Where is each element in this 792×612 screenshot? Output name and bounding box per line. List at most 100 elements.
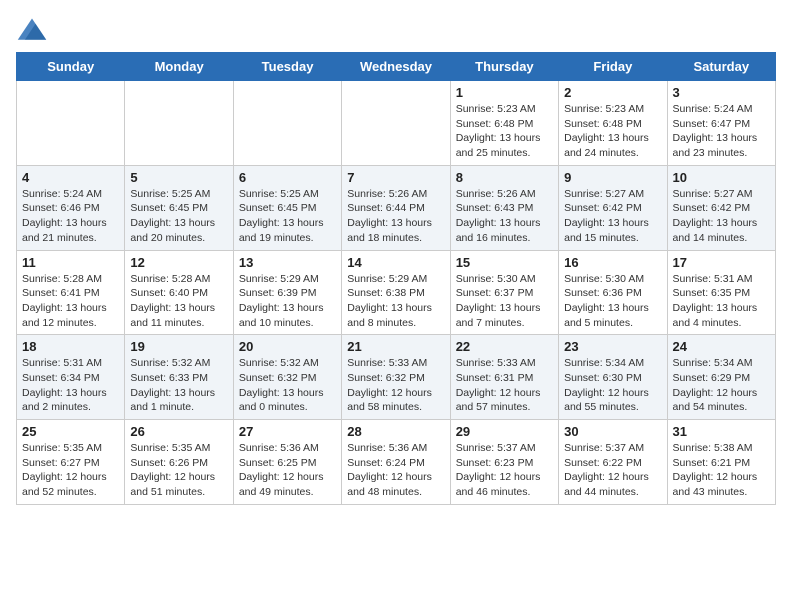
calendar-cell: 22 Sunrise: 5:33 AMSunset: 6:31 PMDayligh… <box>450 335 558 420</box>
day-number: 16 <box>564 255 661 270</box>
day-number: 30 <box>564 424 661 439</box>
day-info: Sunrise: 5:32 AMSunset: 6:33 PMDaylight:… <box>130 356 227 415</box>
logo <box>16 16 52 44</box>
calendar-cell: 20 Sunrise: 5:32 AMSunset: 6:32 PMDayligh… <box>233 335 341 420</box>
calendar-cell: 30 Sunrise: 5:37 AMSunset: 6:22 PMDayligh… <box>559 420 667 505</box>
day-info: Sunrise: 5:35 AMSunset: 6:26 PMDaylight:… <box>130 441 227 500</box>
day-number: 25 <box>22 424 119 439</box>
calendar-cell: 7 Sunrise: 5:26 AMSunset: 6:44 PMDaylight… <box>342 165 450 250</box>
calendar-cell <box>17 81 125 166</box>
weekday-header-saturday: Saturday <box>667 53 775 81</box>
calendar-week-1: 1 Sunrise: 5:23 AMSunset: 6:48 PMDaylight… <box>17 81 776 166</box>
day-info: Sunrise: 5:36 AMSunset: 6:24 PMDaylight:… <box>347 441 444 500</box>
day-number: 28 <box>347 424 444 439</box>
day-info: Sunrise: 5:34 AMSunset: 6:29 PMDaylight:… <box>673 356 770 415</box>
calendar-cell: 27 Sunrise: 5:36 AMSunset: 6:25 PMDayligh… <box>233 420 341 505</box>
weekday-header-tuesday: Tuesday <box>233 53 341 81</box>
day-number: 11 <box>22 255 119 270</box>
calendar-cell: 25 Sunrise: 5:35 AMSunset: 6:27 PMDayligh… <box>17 420 125 505</box>
day-info: Sunrise: 5:32 AMSunset: 6:32 PMDaylight:… <box>239 356 336 415</box>
day-number: 4 <box>22 170 119 185</box>
day-number: 27 <box>239 424 336 439</box>
day-info: Sunrise: 5:24 AMSunset: 6:46 PMDaylight:… <box>22 187 119 246</box>
calendar-cell: 17Sunrise: 5:31 AMSunset: 6:35 PMDayligh… <box>667 250 775 335</box>
calendar-cell: 1 Sunrise: 5:23 AMSunset: 6:48 PMDaylight… <box>450 81 558 166</box>
day-number: 12 <box>130 255 227 270</box>
calendar-cell: 19 Sunrise: 5:32 AMSunset: 6:33 PMDayligh… <box>125 335 233 420</box>
day-number: 22 <box>456 339 553 354</box>
calendar-week-5: 25 Sunrise: 5:35 AMSunset: 6:27 PMDayligh… <box>17 420 776 505</box>
calendar-cell: 28 Sunrise: 5:36 AMSunset: 6:24 PMDayligh… <box>342 420 450 505</box>
calendar-cell: 21 Sunrise: 5:33 AMSunset: 6:32 PMDayligh… <box>342 335 450 420</box>
day-number: 2 <box>564 85 661 100</box>
day-number: 15 <box>456 255 553 270</box>
calendar-cell: 4 Sunrise: 5:24 AMSunset: 6:46 PMDaylight… <box>17 165 125 250</box>
calendar-cell: 5 Sunrise: 5:25 AMSunset: 6:45 PMDaylight… <box>125 165 233 250</box>
calendar-cell <box>125 81 233 166</box>
day-info: Sunrise: 5:33 AMSunset: 6:32 PMDaylight:… <box>347 356 444 415</box>
day-info: Sunrise: 5:23 AMSunset: 6:48 PMDaylight:… <box>456 102 553 161</box>
calendar-cell <box>233 81 341 166</box>
day-info: Sunrise: 5:34 AMSunset: 6:30 PMDaylight:… <box>564 356 661 415</box>
calendar-cell: 10Sunrise: 5:27 AMSunset: 6:42 PMDayligh… <box>667 165 775 250</box>
calendar-cell: 24 Sunrise: 5:34 AMSunset: 6:29 PMDayligh… <box>667 335 775 420</box>
day-number: 26 <box>130 424 227 439</box>
day-number: 9 <box>564 170 661 185</box>
day-info: Sunrise: 5:37 AMSunset: 6:22 PMDaylight:… <box>564 441 661 500</box>
day-number: 29 <box>456 424 553 439</box>
day-number: 14 <box>347 255 444 270</box>
calendar-header-row: SundayMondayTuesdayWednesdayThursdayFrid… <box>17 53 776 81</box>
calendar-cell: 18 Sunrise: 5:31 AMSunset: 6:34 PMDayligh… <box>17 335 125 420</box>
calendar-cell <box>342 81 450 166</box>
calendar-week-4: 18 Sunrise: 5:31 AMSunset: 6:34 PMDayligh… <box>17 335 776 420</box>
calendar-table: SundayMondayTuesdayWednesdayThursdayFrid… <box>16 52 776 505</box>
day-number: 13 <box>239 255 336 270</box>
day-info: Sunrise: 5:25 AMSunset: 6:45 PMDaylight:… <box>130 187 227 246</box>
day-info: Sunrise: 5:27 AMSunset: 6:42 PMDaylight:… <box>564 187 661 246</box>
day-number: 24 <box>673 339 770 354</box>
day-number: 21 <box>347 339 444 354</box>
day-number: 31 <box>673 424 770 439</box>
day-info: Sunrise: 5:35 AMSunset: 6:27 PMDaylight:… <box>22 441 119 500</box>
day-number: 5 <box>130 170 227 185</box>
day-info: Sunrise: 5:29 AMSunset: 6:39 PMDaylight:… <box>239 272 336 331</box>
calendar-cell: 16Sunrise: 5:30 AMSunset: 6:36 PMDayligh… <box>559 250 667 335</box>
calendar-cell: 26 Sunrise: 5:35 AMSunset: 6:26 PMDayligh… <box>125 420 233 505</box>
calendar-cell: 3 Sunrise: 5:24 AMSunset: 6:47 PMDaylight… <box>667 81 775 166</box>
day-number: 10 <box>673 170 770 185</box>
calendar-cell: 13 Sunrise: 5:29 AMSunset: 6:39 PMDayligh… <box>233 250 341 335</box>
calendar-cell: 6 Sunrise: 5:25 AMSunset: 6:45 PMDaylight… <box>233 165 341 250</box>
calendar-week-2: 4 Sunrise: 5:24 AMSunset: 6:46 PMDaylight… <box>17 165 776 250</box>
weekday-header-monday: Monday <box>125 53 233 81</box>
calendar-week-3: 11 Sunrise: 5:28 AMSunset: 6:41 PMDayligh… <box>17 250 776 335</box>
day-number: 18 <box>22 339 119 354</box>
day-number: 3 <box>673 85 770 100</box>
day-number: 19 <box>130 339 227 354</box>
day-info: Sunrise: 5:37 AMSunset: 6:23 PMDaylight:… <box>456 441 553 500</box>
calendar-cell: 31Sunrise: 5:38 AMSunset: 6:21 PMDayligh… <box>667 420 775 505</box>
day-info: Sunrise: 5:28 AMSunset: 6:41 PMDaylight:… <box>22 272 119 331</box>
day-number: 8 <box>456 170 553 185</box>
logo-icon <box>16 16 48 44</box>
day-info: Sunrise: 5:33 AMSunset: 6:31 PMDaylight:… <box>456 356 553 415</box>
weekday-header-wednesday: Wednesday <box>342 53 450 81</box>
day-info: Sunrise: 5:24 AMSunset: 6:47 PMDaylight:… <box>673 102 770 161</box>
weekday-header-sunday: Sunday <box>17 53 125 81</box>
day-info: Sunrise: 5:26 AMSunset: 6:44 PMDaylight:… <box>347 187 444 246</box>
day-number: 7 <box>347 170 444 185</box>
day-number: 20 <box>239 339 336 354</box>
day-number: 1 <box>456 85 553 100</box>
weekday-header-friday: Friday <box>559 53 667 81</box>
day-info: Sunrise: 5:23 AMSunset: 6:48 PMDaylight:… <box>564 102 661 161</box>
day-info: Sunrise: 5:28 AMSunset: 6:40 PMDaylight:… <box>130 272 227 331</box>
calendar-cell: 2 Sunrise: 5:23 AMSunset: 6:48 PMDaylight… <box>559 81 667 166</box>
day-info: Sunrise: 5:36 AMSunset: 6:25 PMDaylight:… <box>239 441 336 500</box>
calendar-cell: 29 Sunrise: 5:37 AMSunset: 6:23 PMDayligh… <box>450 420 558 505</box>
weekday-header-thursday: Thursday <box>450 53 558 81</box>
day-number: 6 <box>239 170 336 185</box>
day-info: Sunrise: 5:30 AMSunset: 6:37 PMDaylight:… <box>456 272 553 331</box>
day-info: Sunrise: 5:31 AMSunset: 6:34 PMDaylight:… <box>22 356 119 415</box>
calendar-cell: 12 Sunrise: 5:28 AMSunset: 6:40 PMDayligh… <box>125 250 233 335</box>
day-info: Sunrise: 5:25 AMSunset: 6:45 PMDaylight:… <box>239 187 336 246</box>
calendar-cell: 15 Sunrise: 5:30 AMSunset: 6:37 PMDayligh… <box>450 250 558 335</box>
